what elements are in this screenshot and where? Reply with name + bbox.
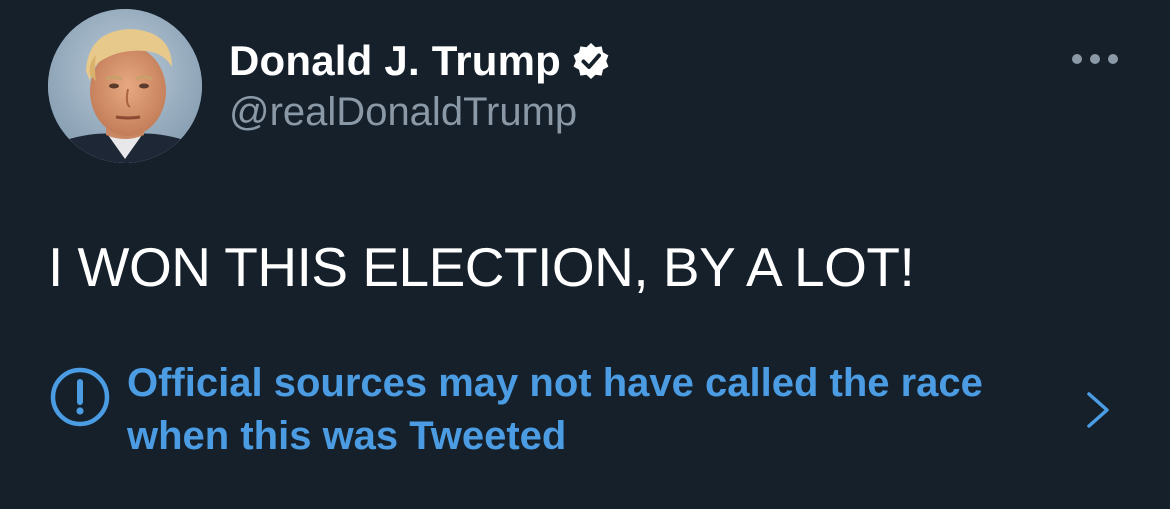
author-handle[interactable]: @realDonaldTrump (229, 90, 577, 135)
avatar[interactable] (48, 9, 202, 163)
chevron-right-icon (1087, 392, 1109, 428)
election-notice[interactable]: Official sources may not have called the… (48, 357, 1128, 467)
author-name-row[interactable]: Donald J. Trump (229, 36, 611, 86)
avatar-image (48, 9, 202, 163)
exclamation-circle-icon (50, 367, 110, 427)
tweet-text: I WON THIS ELECTION, BY A LOT! (48, 236, 915, 298)
display-name[interactable]: Donald J. Trump (229, 37, 561, 85)
more-options-icon[interactable] (1072, 50, 1118, 66)
verified-badge-icon (573, 43, 609, 79)
tweet-card: Donald J. Trump @realDonaldTrump I WON T… (0, 0, 1170, 509)
notice-text: Official sources may not have called the… (127, 361, 983, 458)
